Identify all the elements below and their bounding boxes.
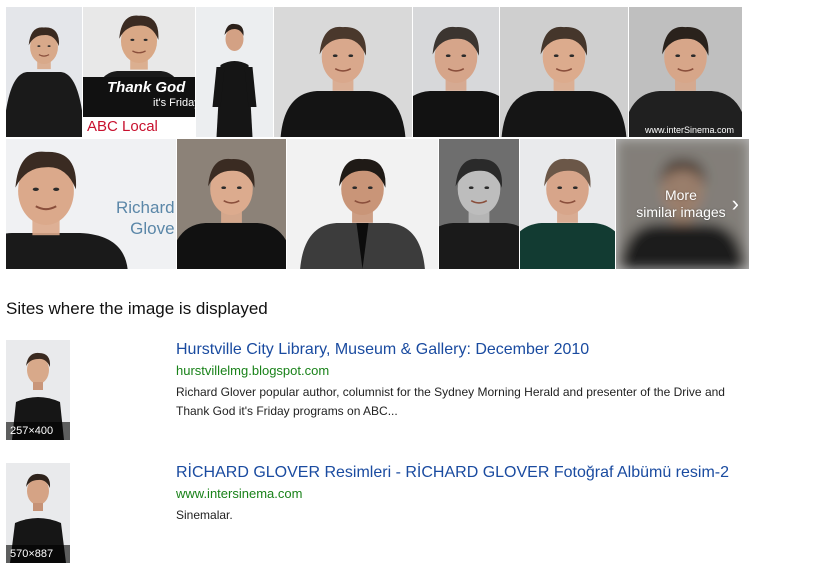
result-snippet: Richard Glover popular author, columnist… [176, 385, 725, 418]
portrait-image [413, 7, 499, 137]
portrait-image [287, 139, 438, 269]
more-label: More similar images [636, 187, 725, 221]
more-similar-images-link[interactable]: More similar images › [616, 139, 749, 269]
section-heading: Sites where the image is displayed [6, 299, 268, 318]
result-url: www.intersinema.com [176, 486, 303, 501]
portrait-image [500, 7, 628, 137]
banner-title: Thank God [107, 79, 186, 96]
similar-image-thumbnail[interactable] [196, 7, 273, 137]
similar-image-thumbnail[interactable] [6, 7, 82, 137]
similar-image-thumbnail[interactable] [287, 139, 438, 269]
similar-images-grid: Thank Godit's Friday ABC Local www.interSi… [6, 7, 750, 269]
abc-local-logo: ABC Local [83, 117, 195, 137]
portrait-image [196, 7, 273, 137]
search-result: 257×400 Hurstville City Library, Museum … [6, 340, 766, 444]
search-result: 570×887 RİCHARD GLOVER Resimleri - RİCHA… [6, 463, 766, 567]
result-thumbnail[interactable]: 257×400 [6, 340, 70, 440]
result-title-link[interactable]: Hurstville City Library, Museum & Galler… [176, 341, 589, 359]
similar-image-thumbnail[interactable] [413, 7, 499, 137]
image-dimensions: 257×400 [6, 422, 70, 440]
result-snippet: Sinemalar. [176, 508, 233, 522]
similar-image-thumbnail[interactable]: www.interSinema.com [629, 7, 742, 137]
banner-subtitle: it's Friday [153, 97, 195, 109]
name-caption: Richard Glove [116, 198, 175, 238]
watermark: www.interSinema.com [644, 125, 734, 135]
similar-image-thumbnail[interactable] [177, 139, 286, 269]
portrait-image [439, 139, 519, 269]
similar-image-thumbnail[interactable] [439, 139, 519, 269]
portrait-image [177, 139, 286, 269]
portrait-image [629, 7, 742, 137]
similar-image-thumbnail[interactable] [520, 139, 615, 269]
similar-image-thumbnail[interactable] [274, 7, 412, 137]
result-url: hurstvillelmg.blogspot.com [176, 363, 330, 378]
similar-image-thumbnail[interactable] [500, 7, 628, 137]
more-label-line-2: similar images [636, 204, 726, 220]
more-label-line-1: More [664, 187, 697, 203]
portrait-image [520, 139, 615, 269]
portrait-image [6, 7, 82, 137]
more-similar-images-tile[interactable]: More similar images › [616, 139, 749, 269]
result-thumbnail[interactable]: 570×887 [6, 463, 70, 563]
similar-images-row-2: Richard Glove More similar images › [6, 139, 750, 269]
similar-image-thumbnail[interactable]: Richard Glove [6, 139, 176, 269]
portrait-image [274, 7, 412, 137]
image-dimensions: 570×887 [6, 545, 70, 563]
similar-images-row-1: Thank Godit's Friday ABC Local www.interSi… [6, 7, 750, 137]
similar-image-thumbnail[interactable]: Thank Godit's Friday ABC Local [83, 7, 195, 137]
chevron-right-icon: › [731, 191, 739, 216]
result-title-link[interactable]: RİCHARD GLOVER Resimleri - RİCHARD GLOVE… [176, 464, 729, 482]
